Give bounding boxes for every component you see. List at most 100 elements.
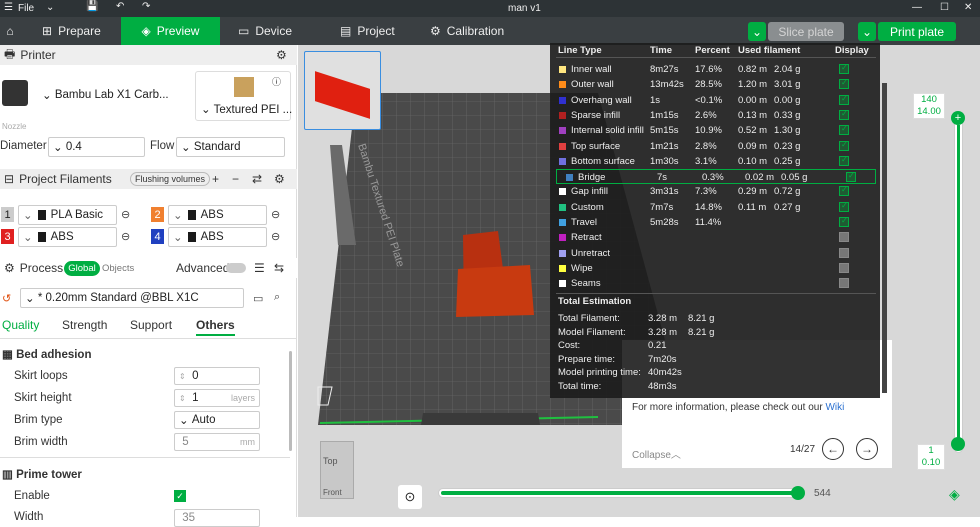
wiki-link[interactable]: Wiki xyxy=(825,402,844,413)
display-checkbox[interactable] xyxy=(839,278,849,289)
remove-icon[interactable]: − xyxy=(232,172,239,186)
prime-width-input[interactable]: 35 xyxy=(174,509,260,527)
display-checkbox[interactable] xyxy=(839,262,849,273)
display-checkbox[interactable]: ✓ xyxy=(839,216,849,227)
skirt-height-input[interactable]: ⇕ 1 layers xyxy=(174,389,260,407)
legend-scrollbar[interactable] xyxy=(882,83,887,393)
global-toggle[interactable]: Global xyxy=(64,261,100,276)
brim-width-input[interactable]: 5 mm xyxy=(174,433,260,451)
compare-icon[interactable]: ⇆ xyxy=(274,261,284,275)
plate-thumbnail[interactable] xyxy=(304,51,381,130)
edit-filament-icon[interactable]: ⊖ xyxy=(271,208,280,221)
legend-row[interactable]: Top surface 1m21s 2.8% 0.09 m 0.23 g ✓ xyxy=(550,139,880,154)
display-checkbox[interactable]: ✓ xyxy=(839,78,849,90)
tab-project[interactable]: ▤ Project xyxy=(340,17,395,45)
display-checkbox[interactable] xyxy=(839,232,849,243)
edit-filament-icon[interactable]: ⊖ xyxy=(121,230,130,243)
legend-row[interactable]: Bottom surface 1m30s 3.1% 0.10 m 0.25 g ✓ xyxy=(550,154,880,169)
view-cube-top[interactable]: Top xyxy=(323,456,338,466)
close-icon[interactable]: ✕ xyxy=(964,2,972,13)
layer-slider-top-thumb[interactable]: + xyxy=(951,111,965,125)
filament-select[interactable]: ⌄ ABS xyxy=(168,205,267,225)
gear-icon[interactable]: ⚙ xyxy=(276,48,287,62)
edit-filament-icon[interactable]: ⊖ xyxy=(121,208,130,221)
tab-device[interactable]: ▭ Device xyxy=(238,17,292,45)
layer-slider-track[interactable] xyxy=(954,118,963,453)
filament-select[interactable]: ⌄ ABS xyxy=(168,227,267,247)
legend-row[interactable]: Travel 5m28s 11.4% ✓ xyxy=(550,215,880,230)
maximize-icon[interactable]: ☐ xyxy=(940,2,949,13)
camera-fit-icon[interactable]: ⊙ xyxy=(398,485,422,509)
chevron-down-icon[interactable]: ⌄ xyxy=(46,2,54,13)
print-plate-button[interactable]: Print plate xyxy=(878,22,956,41)
sidebar-scrollbar[interactable] xyxy=(289,351,292,451)
legend-row[interactable]: Gap infill 3m31s 7.3% 0.29 m 0.72 g ✓ xyxy=(550,184,880,199)
gear-icon[interactable]: ⚙ xyxy=(274,172,285,186)
edit-filament-icon[interactable]: ⊖ xyxy=(271,230,280,243)
tab-strength[interactable]: Strength xyxy=(62,318,107,332)
info-icon[interactable]: ⓘ xyxy=(272,75,281,88)
flow-select[interactable]: ⌄ Standard xyxy=(176,137,285,157)
legend-row[interactable]: Bridge 7s 0.3% 0.02 m 0.05 g ✓ xyxy=(556,169,876,185)
display-checkbox[interactable]: ✓ xyxy=(839,63,849,74)
tab-support[interactable]: Support xyxy=(130,318,172,332)
layers-icon[interactable]: ◈ xyxy=(949,486,960,503)
sync-icon[interactable]: ⇄ xyxy=(252,172,262,186)
display-checkbox[interactable]: ✓ xyxy=(839,155,849,166)
slice-dropdown[interactable]: ⌄ xyxy=(748,22,766,41)
diameter-select[interactable]: ⌄ 0.4 xyxy=(48,137,145,157)
legend-row[interactable]: Seams xyxy=(550,276,880,291)
display-checkbox[interactable]: ✓ xyxy=(839,140,849,151)
tab-preview[interactable]: ◈ Preview xyxy=(121,17,220,45)
legend-row[interactable]: Unretract xyxy=(550,246,880,261)
process-profile-select[interactable]: ⌄ * 0.20mm Standard @BBL X1C xyxy=(20,288,244,308)
move-slider[interactable] xyxy=(438,486,805,500)
undo-icon[interactable]: ↶ xyxy=(116,1,124,12)
printer-select[interactable]: ⌄ Bambu Lab X1 Carb... xyxy=(38,75,188,115)
legend-row[interactable]: Wipe xyxy=(550,261,880,276)
collapse-button[interactable]: Collapse︿ xyxy=(632,446,681,461)
display-checkbox[interactable]: ✓ xyxy=(839,124,849,136)
legend-row[interactable]: Retract xyxy=(550,230,880,245)
tab-prepare[interactable]: ⊞ Prepare xyxy=(42,17,101,45)
search-icon[interactable]: ⌕ xyxy=(274,291,280,304)
legend-row[interactable]: Inner wall 8m27s 17.6% 0.82 m 2.04 g ✓ xyxy=(550,62,880,77)
minimize-icon[interactable]: — xyxy=(912,2,922,13)
add-icon[interactable]: + xyxy=(212,172,219,186)
legend-row[interactable]: Internal solid infill 5m15s 10.9% 0.52 m 1.3… xyxy=(550,123,880,138)
legend-row[interactable]: Outer wall 13m42s 28.5% 1.20 m 3.01 g ✓ xyxy=(550,77,880,92)
flushing-volumes-button[interactable]: Flushing volumes xyxy=(130,172,211,186)
skirt-loops-input[interactable]: ⇕ 0 xyxy=(174,367,260,385)
prev-tip-icon[interactable]: ← xyxy=(822,438,844,460)
layer-slider-bottom-thumb[interactable] xyxy=(951,437,965,451)
filament-select[interactable]: ⌄ PLA Basic xyxy=(18,205,117,225)
slice-plate-button[interactable]: Slice plate xyxy=(768,22,844,41)
redo-icon[interactable]: ↷ xyxy=(142,1,150,12)
plate-type-select[interactable]: ⓘ ⌄ Textured PEI ... xyxy=(195,71,292,121)
display-checkbox[interactable]: ✓ xyxy=(839,109,849,120)
display-checkbox[interactable]: ✓ xyxy=(839,185,849,197)
file-menu[interactable]: File xyxy=(18,3,34,14)
brim-type-select[interactable]: ⌄ Auto xyxy=(174,411,260,429)
save-icon[interactable]: 💾 xyxy=(86,1,98,12)
enable-checkbox[interactable]: ✓ xyxy=(174,490,186,502)
reset-icon[interactable]: ↺ xyxy=(2,292,11,305)
legend-row[interactable]: Custom 7m7s 14.8% 0.11 m 0.27 g ✓ xyxy=(550,200,880,215)
advanced-switch[interactable] xyxy=(226,263,246,273)
filament-select[interactable]: ⌄ ABS xyxy=(18,227,117,247)
print-dropdown[interactable]: ⌄ xyxy=(858,22,876,41)
view-cube[interactable]: Top Front xyxy=(320,441,354,499)
display-checkbox[interactable] xyxy=(839,247,849,258)
menu-icon[interactable]: ☰ xyxy=(4,2,13,13)
move-slider-thumb[interactable] xyxy=(791,486,805,500)
save-icon[interactable]: ▭ xyxy=(253,292,263,305)
display-checkbox[interactable]: ✓ xyxy=(839,201,849,212)
legend-row[interactable]: Sparse infill 1m15s 2.6% 0.13 m 0.33 g ✓ xyxy=(550,108,880,123)
tab-quality[interactable]: Quality xyxy=(2,318,39,332)
list-icon[interactable]: ☰ xyxy=(254,261,265,275)
objects-toggle[interactable]: Objects xyxy=(102,263,134,274)
next-tip-icon[interactable]: → xyxy=(856,438,878,460)
view-cube-front[interactable]: Front xyxy=(323,488,342,497)
home-icon[interactable]: ⌂ xyxy=(0,17,20,45)
tab-others[interactable]: Others xyxy=(196,318,235,336)
